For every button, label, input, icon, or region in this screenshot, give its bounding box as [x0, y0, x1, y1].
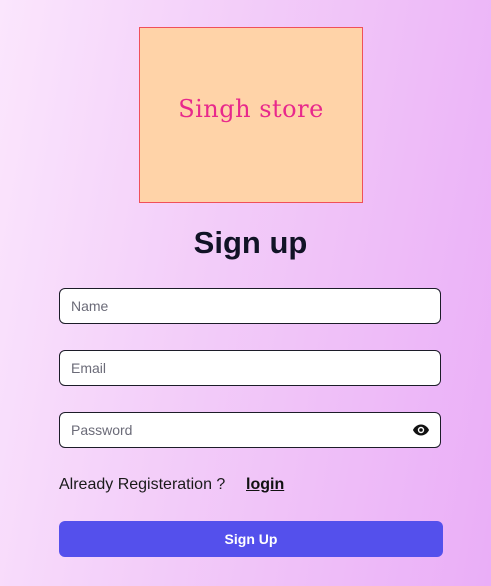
email-field[interactable] [59, 350, 441, 386]
login-link[interactable]: login [246, 476, 284, 494]
eye-icon[interactable] [412, 423, 430, 437]
password-input[interactable] [60, 413, 412, 447]
page-title: Sign up [193, 225, 308, 260]
sign-up-button[interactable]: Sign Up [59, 521, 443, 557]
already-registered-text: Already Registeration ? [59, 476, 226, 493]
store-logo: Singh store [139, 27, 363, 203]
email-input[interactable] [60, 351, 440, 385]
password-field[interactable] [59, 412, 441, 448]
name-input[interactable] [60, 289, 440, 323]
logo-text: Singh store [178, 95, 324, 123]
name-field[interactable] [59, 288, 441, 324]
